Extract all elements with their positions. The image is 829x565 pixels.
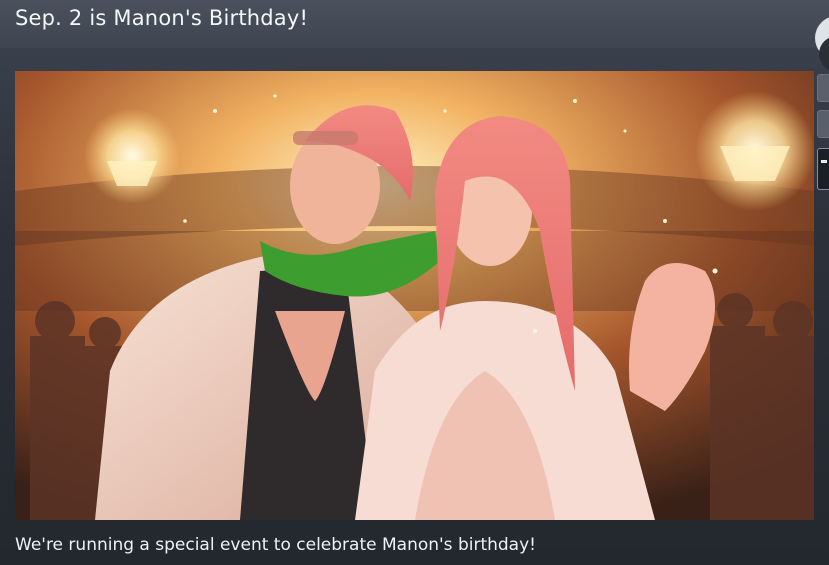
event-title: Sep. 2 is Manon's Birthday! [15, 6, 309, 30]
event-hero-image[interactable] [15, 71, 814, 520]
side-button-1[interactable] [817, 74, 829, 102]
scroll-circle-inner [819, 36, 829, 72]
side-button-2[interactable] [817, 110, 829, 138]
party-artwork [15, 71, 814, 520]
event-description: We're running a special event to celebra… [15, 535, 536, 555]
scroll-circle-icon[interactable] [815, 16, 829, 72]
side-controls [815, 0, 829, 565]
side-button-active[interactable] [817, 148, 829, 190]
